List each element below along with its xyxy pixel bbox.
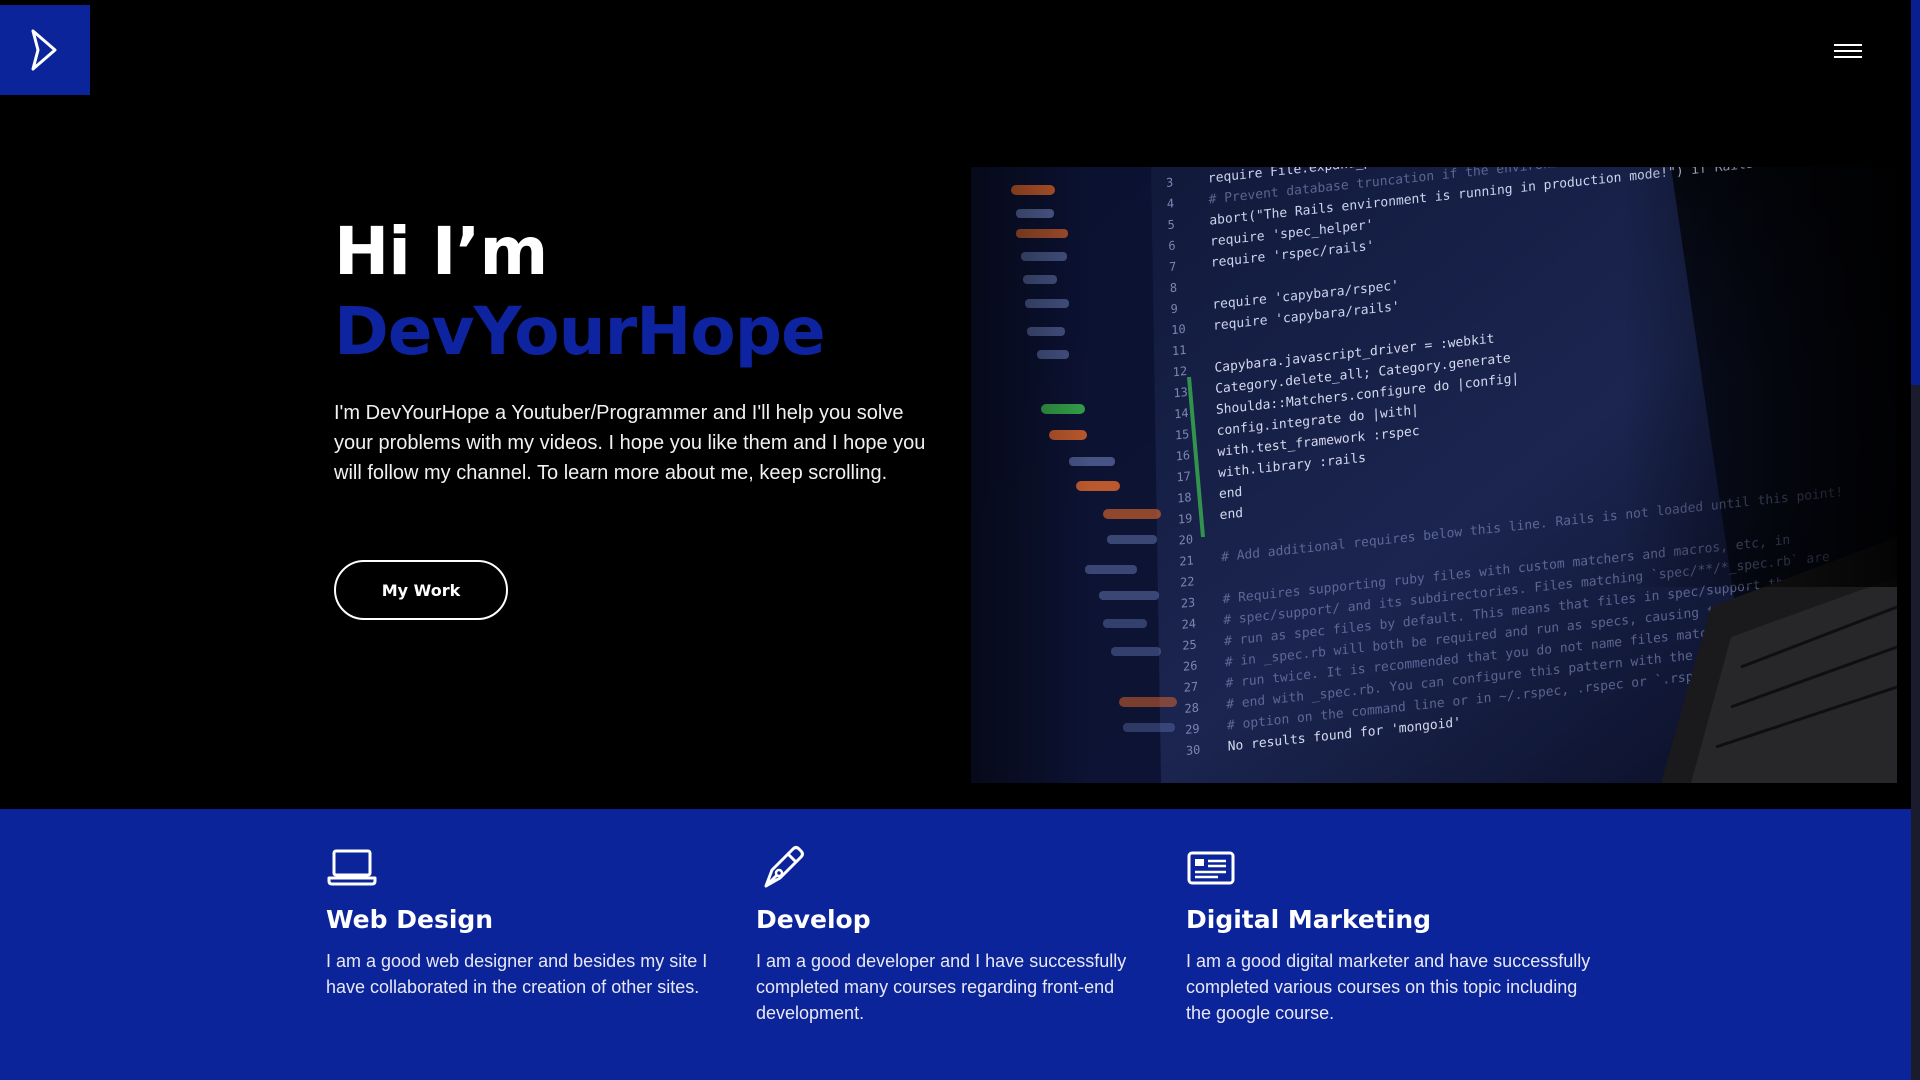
- code-line-number: 6: [1168, 238, 1176, 253]
- code-line-number: 20: [1178, 532, 1193, 548]
- hero-greeting: Hi I’m: [334, 213, 548, 290]
- code-line-number: 8: [1170, 280, 1178, 295]
- services-section: Web Design I am a good web designer and …: [0, 809, 1911, 1080]
- chevron-right-icon: [31, 29, 57, 71]
- service-title: Digital Marketing: [1186, 905, 1432, 934]
- code-line-number: 15: [1175, 427, 1190, 443]
- code-line-number: 30: [1186, 743, 1201, 759]
- code-line-number: 26: [1183, 658, 1198, 674]
- laptop-code-image: 3require File.expand_path('../../config/…: [971, 167, 1897, 783]
- code-line-number: 11: [1172, 343, 1187, 359]
- code-line-number: 17: [1176, 469, 1191, 485]
- code-line-number: 9: [1170, 301, 1178, 316]
- code-line-number: 7: [1169, 259, 1177, 274]
- code-line-number: 5: [1167, 217, 1175, 232]
- scrollbar-thumb[interactable]: [1911, 0, 1920, 385]
- pen-nib-icon: [764, 846, 804, 888]
- code-line-number: 19: [1178, 511, 1193, 527]
- code-line-number: 3: [1166, 175, 1174, 190]
- code-line-number: 23: [1181, 595, 1196, 611]
- hero-name: DevYourHope: [334, 293, 826, 370]
- code-line-number: 24: [1181, 616, 1196, 632]
- service-title: Web Design: [326, 905, 494, 934]
- code-line-number: 18: [1177, 490, 1192, 506]
- service-digital-marketing: Digital Marketing I am a good digital ma…: [1186, 842, 1596, 1026]
- code-line-number: 16: [1175, 448, 1190, 464]
- hero-image: 3require File.expand_path('../../config/…: [971, 167, 1897, 783]
- laptop-icon: [327, 849, 377, 886]
- code-line-number: 14: [1174, 406, 1189, 422]
- code-line: end: [1219, 485, 1243, 502]
- site-logo[interactable]: [0, 5, 90, 95]
- hero-description: I'm DevYourHope a Youtuber/Programmer an…: [334, 402, 926, 484]
- hamburger-menu-icon[interactable]: [1834, 40, 1862, 62]
- code-line-number: 28: [1184, 700, 1199, 716]
- code-line-number: 21: [1179, 553, 1194, 569]
- service-description: I am a good web designer and besides my …: [326, 951, 708, 997]
- page: Hi I’m DevYourHope I'm DevYourHope a You…: [0, 0, 1920, 1080]
- hamburger-line: [1834, 44, 1862, 46]
- code-line-number: 10: [1171, 322, 1186, 338]
- service-title: Develop: [756, 905, 871, 934]
- service-description: I am a good digital marketer and have su…: [1186, 951, 1591, 1023]
- code-line-number: 27: [1184, 679, 1199, 695]
- service-develop: Develop I am a good developer and I have…: [756, 842, 1166, 1026]
- code-line-number: 13: [1173, 385, 1188, 401]
- newspaper-icon: [1187, 851, 1235, 885]
- scrollbar[interactable]: [1911, 0, 1920, 1080]
- hamburger-line: [1834, 56, 1862, 58]
- hamburger-line: [1834, 50, 1862, 52]
- code-line-number: 12: [1173, 364, 1188, 380]
- my-work-button[interactable]: My Work: [334, 560, 508, 620]
- hero-section: Hi I’m DevYourHope I'm DevYourHope a You…: [334, 212, 944, 488]
- code-line-number: 4: [1167, 196, 1175, 211]
- code-line-number: 29: [1185, 721, 1200, 737]
- service-description: I am a good developer and I have success…: [756, 951, 1127, 1023]
- code-line: end: [1219, 506, 1243, 523]
- service-web-design: Web Design I am a good web designer and …: [326, 842, 736, 1000]
- code-line-number: 22: [1180, 574, 1195, 590]
- code-line-number: 25: [1182, 637, 1197, 653]
